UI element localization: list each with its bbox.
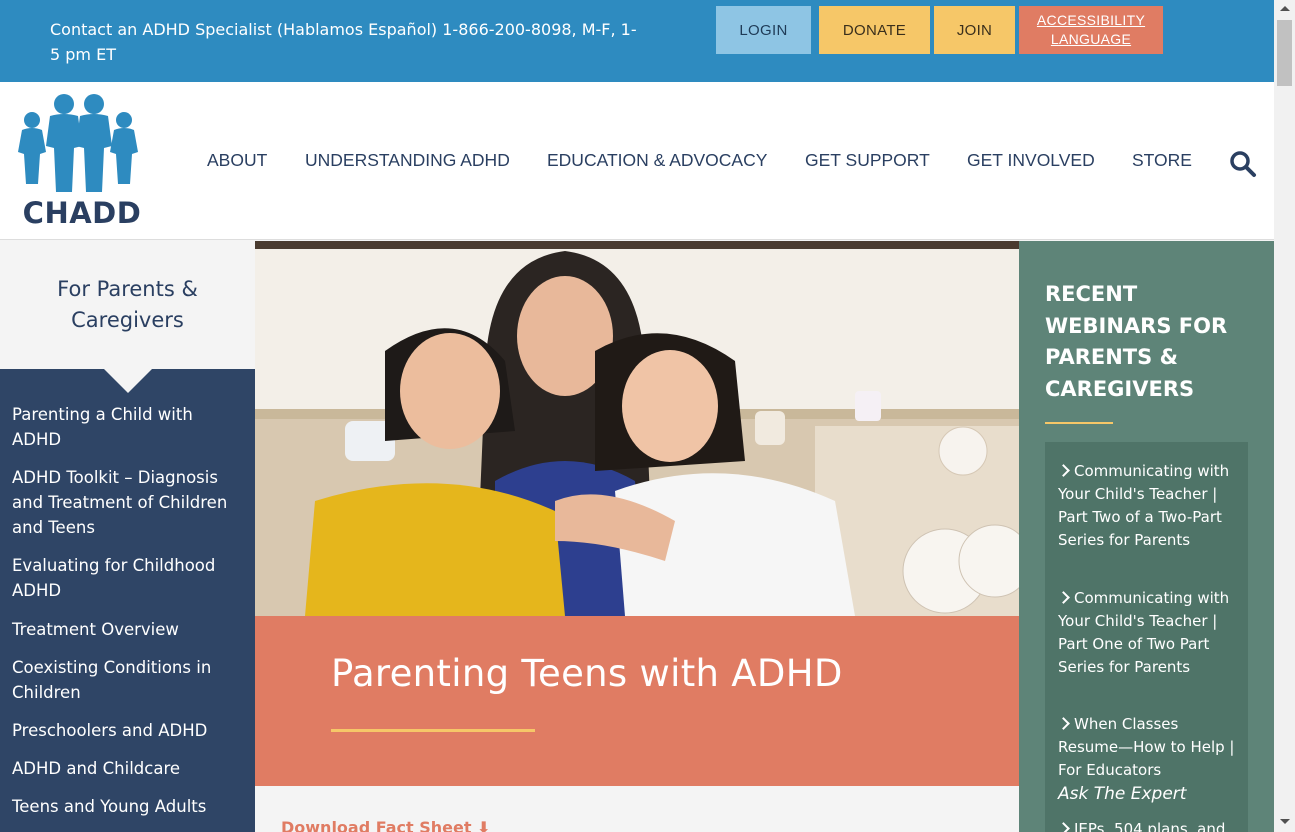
logo-text: CHADD (22, 196, 142, 230)
page-scrollbar[interactable] (1274, 0, 1295, 832)
nav-store[interactable]: STORE (1132, 150, 1192, 171)
search-icon[interactable] (1229, 150, 1257, 178)
right-column: RECENT WEBINARS FOR PARENTS & CAREGIVERS… (1019, 241, 1274, 832)
sidebar-notch (104, 369, 152, 393)
language-label: LANGUAGE (1050, 31, 1132, 47)
sidebar-item-treatment-overview[interactable]: Treatment Overview (12, 617, 247, 642)
webinar-title: When Classes Resume—How to Help | For Ed… (1058, 715, 1235, 779)
sidebar-item-teens-young-adults[interactable]: Teens and Young Adults (12, 794, 247, 819)
accessibility-label: ACCESSIBILITY (1036, 12, 1146, 28)
webinar-item[interactable]: When Classes Resume—How to Help | For Ed… (1057, 713, 1243, 782)
webinars-heading: RECENT WEBINARS FOR PARENTS & CAREGIVERS (1045, 282, 1228, 401)
scroll-up-arrow-icon[interactable] (1280, 6, 1290, 11)
sidebar-item-parenting-child[interactable]: Parenting a Child with ADHD (12, 402, 247, 452)
main-content: Download Fact Sheet ⬇ (255, 786, 1019, 832)
webinar-item[interactable]: Communicating with Your Child's Teacher … (1057, 460, 1243, 552)
download-label: Download Fact Sheet (281, 818, 472, 832)
chevron-right-icon (1057, 591, 1070, 604)
hero-image (255, 241, 1019, 616)
nav-about[interactable]: ABOUT (207, 150, 267, 171)
nav-understanding-adhd[interactable]: UNDERSTANDING ADHD (305, 150, 510, 171)
nav-get-involved[interactable]: GET INVOLVED (967, 150, 1095, 171)
site-header: CHADD ABOUT UNDERSTANDING ADHD EDUCATION… (0, 82, 1274, 240)
ask-the-expert-label: Ask The Expert (1058, 784, 1187, 804)
webinar-list: Communicating with Your Child's Teacher … (1045, 442, 1248, 832)
nav-education-advocacy[interactable]: EDUCATION & ADVOCACY (547, 150, 767, 171)
chadd-logo[interactable]: CHADD (16, 92, 148, 232)
nav-get-support[interactable]: GET SUPPORT (805, 150, 930, 171)
accessibility-language-button[interactable]: ACCESSIBILITY LANGUAGE (1019, 6, 1163, 54)
scroll-thumb[interactable] (1277, 20, 1292, 86)
sidebar-header: For Parents & Caregivers (0, 241, 255, 369)
chevron-right-icon (1057, 717, 1070, 730)
top-bar: Contact an ADHD Specialist (Hablamos Esp… (0, 0, 1274, 82)
page-title: Parenting Teens with ADHD (331, 652, 843, 695)
webinar-item[interactable]: Communicating with Your Child's Teacher … (1057, 587, 1243, 679)
webinar-title: Communicating with Your Child's Teacher … (1058, 462, 1230, 549)
contact-text: Contact an ADHD Specialist (Hablamos Esp… (50, 20, 637, 64)
sidebar-title: For Parents & Caregivers (57, 277, 198, 332)
webinar-item[interactable]: IEPs, 504 plans, and (1057, 818, 1243, 832)
sidebar-menu: Parenting a Child with ADHD ADHD Toolkit… (0, 369, 255, 832)
title-divider (331, 729, 535, 732)
download-icon: ⬇ (477, 818, 491, 832)
logo-figures-icon (18, 94, 138, 192)
webinar-title: Communicating with Your Child's Teacher … (1058, 589, 1230, 676)
sidebar-item-preschoolers[interactable]: Preschoolers and ADHD (12, 718, 247, 743)
sidebar-item-evaluating[interactable]: Evaluating for Childhood ADHD (12, 553, 247, 603)
join-button[interactable]: JOIN (934, 6, 1015, 54)
sidebar-item-childcare[interactable]: ADHD and Childcare (12, 756, 247, 781)
chevron-right-icon (1057, 822, 1070, 832)
download-fact-sheet-link[interactable]: Download Fact Sheet ⬇ (281, 818, 490, 832)
login-button[interactable]: LOGIN (716, 6, 811, 54)
scroll-down-arrow-icon[interactable] (1280, 819, 1290, 824)
webinars-divider (1045, 422, 1113, 424)
webinar-title: IEPs, 504 plans, and (1074, 820, 1226, 832)
donate-button[interactable]: DONATE (819, 6, 930, 54)
sidebar-item-coexisting-conditions[interactable]: Coexisting Conditions in Children (12, 655, 247, 705)
chevron-right-icon (1057, 464, 1070, 477)
page-title-block: Parenting Teens with ADHD (255, 616, 1019, 786)
sidebar-item-adhd-toolkit[interactable]: ADHD Toolkit – Diagnosis and Treatment o… (12, 465, 247, 540)
